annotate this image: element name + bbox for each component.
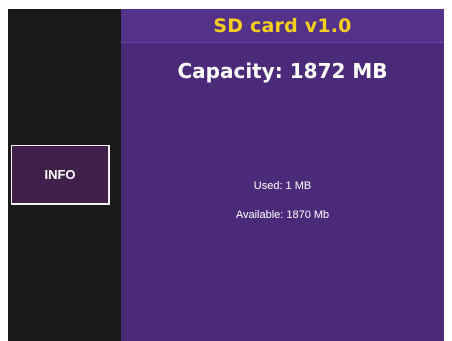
info-panel: SD card v1.0 Capacity: 1872 MB Used: 1 M…: [121, 9, 444, 341]
info-button-label: INFO: [44, 167, 76, 182]
available-text: Available: 1870 Mb: [235, 209, 330, 221]
capacity-text: Capacity: 1872 MB: [177, 59, 388, 83]
used-text: Used: 1 MB: [253, 180, 312, 192]
page-title: SD card v1.0: [213, 14, 352, 37]
device-screen: INFO SD card v1.0 Capacity: 1872 MB Used…: [0, 0, 452, 341]
panel-header: SD card v1.0: [121, 9, 444, 43]
sidebar: INFO: [8, 9, 121, 341]
info-button[interactable]: INFO: [11, 145, 110, 205]
